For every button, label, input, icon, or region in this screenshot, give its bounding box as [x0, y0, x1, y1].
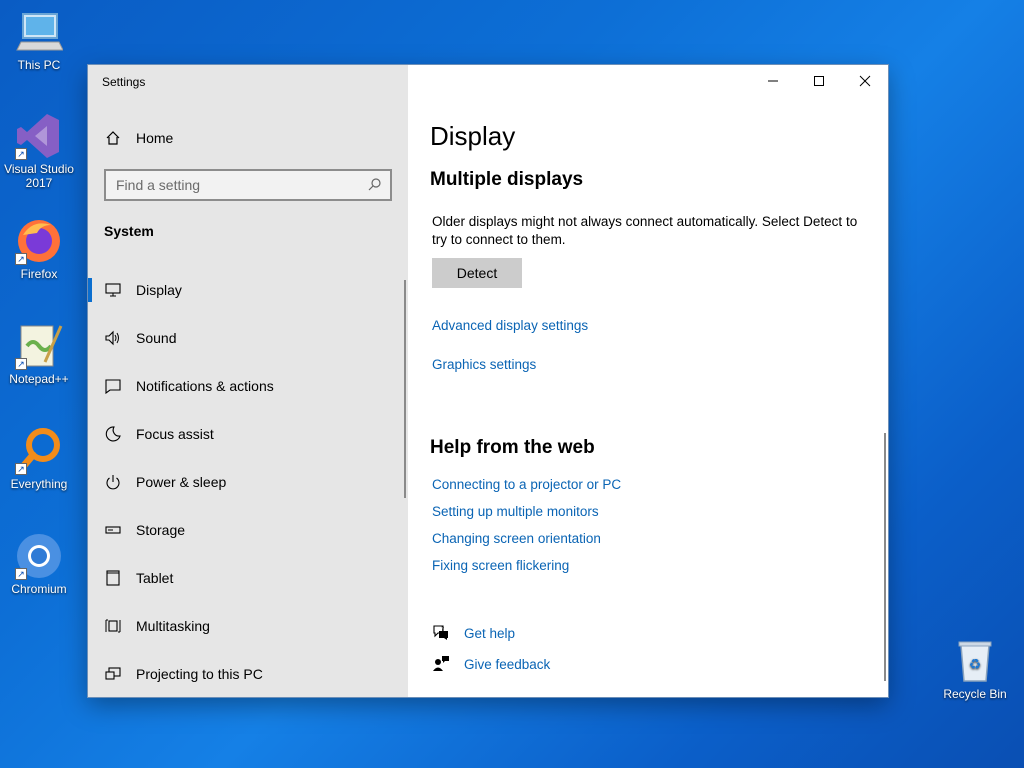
sidebar-scrollbar[interactable]	[404, 280, 406, 498]
desktop-icon-this-pc[interactable]: This PC	[1, 8, 77, 72]
recycle-bin-icon: ♻	[951, 637, 999, 685]
home-label: Home	[136, 130, 174, 146]
desktop-icon-visual-studio[interactable]: ↗ Visual Studio 2017	[1, 112, 77, 190]
main-content: Display Multiple displays Older displays…	[408, 65, 888, 697]
desktop-icon-label: Notepad++	[9, 372, 69, 386]
section-label-system: System	[104, 223, 154, 239]
caption-buttons	[750, 65, 888, 97]
svg-text:?: ?	[441, 626, 444, 633]
moon-icon	[104, 425, 122, 443]
help-link-projector[interactable]: Connecting to a projector or PC	[432, 477, 621, 492]
maximize-icon	[814, 76, 824, 86]
desktop-icon-label: Recycle Bin	[943, 687, 1007, 701]
search-icon[interactable]	[368, 177, 382, 194]
shortcut-arrow-icon: ↗	[15, 568, 27, 580]
shortcut-arrow-icon: ↗	[15, 148, 27, 160]
sidebar-item-multitasking[interactable]: Multitasking	[88, 602, 408, 650]
sidebar-item-tablet[interactable]: Tablet	[88, 554, 408, 602]
window-title: Settings	[102, 75, 146, 89]
get-help-icon: ?	[432, 624, 450, 643]
sidebar-item-label: Tablet	[136, 570, 174, 586]
desktop-icon-label: This PC	[17, 58, 61, 72]
get-help-label: Get help	[464, 626, 516, 641]
give-feedback-label: Give feedback	[464, 657, 551, 672]
settings-window: Settings Home System Display	[88, 65, 888, 697]
sidebar-item-label: Focus assist	[136, 426, 214, 442]
chromium-icon: ↗	[15, 532, 63, 580]
detect-button[interactable]: Detect	[432, 258, 522, 288]
sidebar-item-display[interactable]: Display	[88, 266, 408, 314]
shortcut-arrow-icon: ↗	[15, 358, 27, 370]
shortcut-arrow-icon: ↗	[15, 253, 27, 265]
sidebar-nav: Display Sound Notifications & actions Fo…	[88, 266, 408, 697]
multitasking-icon	[104, 617, 122, 635]
graphics-settings-link[interactable]: Graphics settings	[432, 357, 536, 372]
everything-search-icon: ↗	[15, 427, 63, 475]
sidebar-item-label: Notifications & actions	[136, 378, 274, 394]
home-link[interactable]: Home	[104, 129, 173, 147]
sidebar: Settings Home System Display	[88, 65, 408, 697]
main-scrollbar[interactable]	[884, 433, 886, 681]
desktop-icon-recycle-bin[interactable]: ♻ Recycle Bin	[937, 637, 1013, 701]
computer-icon	[15, 8, 64, 56]
section-title-help: Help from the web	[430, 437, 595, 458]
svg-text:♻: ♻	[969, 657, 982, 673]
speaker-icon	[104, 329, 122, 347]
sidebar-item-label: Sound	[136, 330, 177, 346]
desktop-icon-label: Chromium	[11, 582, 67, 596]
power-icon	[104, 473, 122, 491]
desktop-icon-everything[interactable]: ↗ Everything	[1, 427, 77, 491]
search-box[interactable]	[104, 169, 392, 201]
tablet-icon	[104, 569, 122, 587]
desktop-icon-label: Firefox	[20, 267, 58, 281]
page-title: Display	[430, 121, 516, 151]
maximize-button[interactable]	[796, 65, 842, 97]
desktop-icon-firefox[interactable]: ↗ Firefox	[1, 217, 77, 281]
sidebar-item-label: Storage	[136, 522, 186, 538]
firefox-icon: ↗	[15, 217, 63, 265]
sidebar-item-label: Power & sleep	[136, 474, 227, 490]
notepad-plus-plus-icon: ↗	[15, 322, 63, 370]
projecting-icon	[104, 665, 122, 683]
notification-icon	[104, 377, 122, 395]
minimize-icon	[768, 80, 778, 82]
shortcut-arrow-icon: ↗	[15, 463, 27, 475]
desktop-icon-label: Everything	[10, 477, 68, 491]
description-text: Older displays might not always connect …	[432, 214, 858, 247]
feedback-icon	[432, 655, 450, 674]
desktop-icon-notepad-plus-plus[interactable]: ↗ Notepad++	[1, 322, 77, 386]
desktop-icon-label: Visual Studio 2017	[4, 162, 74, 190]
desktop-icon-chromium[interactable]: ↗ Chromium	[1, 532, 77, 596]
sidebar-item-projecting[interactable]: Projecting to this PC	[88, 650, 408, 697]
sidebar-item-storage[interactable]: Storage	[88, 506, 408, 554]
monitor-icon	[104, 281, 122, 299]
sidebar-item-power-sleep[interactable]: Power & sleep	[88, 458, 408, 506]
home-icon	[104, 129, 122, 147]
sidebar-item-notifications[interactable]: Notifications & actions	[88, 362, 408, 410]
sidebar-item-label: Display	[136, 282, 182, 298]
give-feedback-link[interactable]: Give feedback	[432, 655, 550, 674]
close-icon	[859, 75, 871, 87]
sidebar-item-label: Projecting to this PC	[136, 666, 263, 682]
storage-icon	[104, 521, 122, 539]
minimize-button[interactable]	[750, 65, 796, 97]
help-link-screen-flickering[interactable]: Fixing screen flickering	[432, 558, 569, 573]
close-button[interactable]	[842, 65, 888, 97]
advanced-display-settings-link[interactable]: Advanced display settings	[432, 318, 588, 333]
help-link-multiple-monitors[interactable]: Setting up multiple monitors	[432, 504, 599, 519]
section-title-multiple-displays: Multiple displays	[430, 169, 584, 190]
sidebar-item-sound[interactable]: Sound	[88, 314, 408, 362]
search-input[interactable]	[116, 177, 368, 193]
sidebar-item-label: Multitasking	[136, 618, 210, 634]
sidebar-item-focus-assist[interactable]: Focus assist	[88, 410, 408, 458]
help-link-screen-orientation[interactable]: Changing screen orientation	[432, 531, 601, 546]
visual-studio-icon: ↗	[15, 112, 63, 160]
get-help-link[interactable]: ? Get help	[432, 624, 515, 643]
